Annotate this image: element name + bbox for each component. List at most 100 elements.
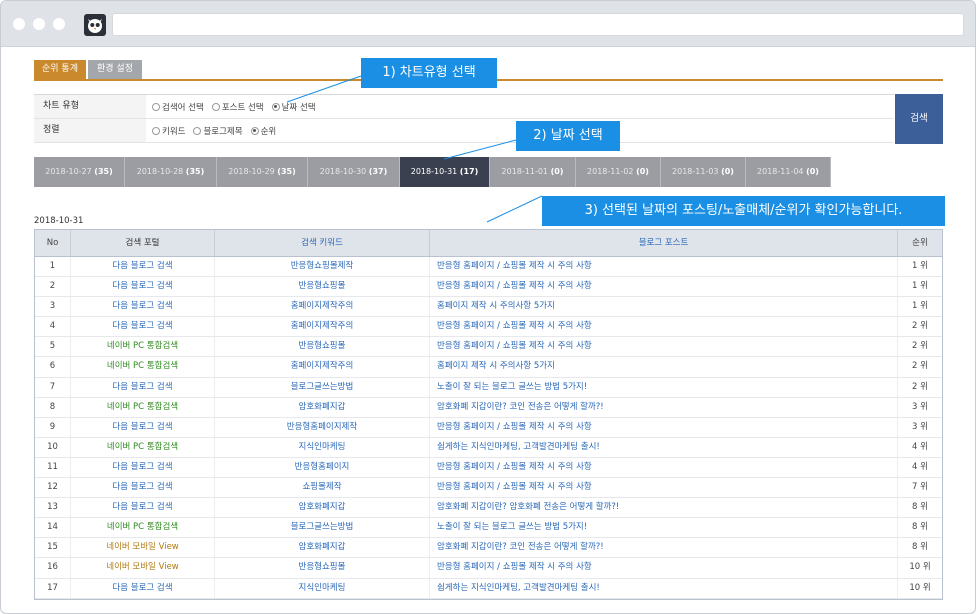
cell-rank: 8 위 xyxy=(912,502,928,513)
radio-icon[interactable] xyxy=(152,102,160,111)
cell-post-link[interactable]: 반응형 홈페이지 / 쇼핑몰 제작 시 주의 사항 xyxy=(430,277,898,297)
cell-no: 3 xyxy=(35,297,71,317)
rank-table: No 검색 포털 검색 키워드 블로그 포스트 순위 1 다음 블로그 검색 반응형… xyxy=(34,229,943,600)
window-close-dot[interactable] xyxy=(13,18,25,30)
table-row[interactable]: 3 다음 블로그 검색 홈페이지제작주의 홈페이지 제작 시 주의사항 5가지 1 위 xyxy=(35,297,942,318)
date-tab-selected[interactable]: 2018-10-31 (17) xyxy=(400,157,490,187)
cell-post-link[interactable]: 반응형 홈페이지 / 쇼핑몰 제작 시 주의 사항 xyxy=(430,457,898,478)
cell-keyword-link[interactable]: 블로그글쓰는방법 xyxy=(215,377,430,397)
table-row[interactable]: 14 네이버 PC 통합검색 블로그글쓰는방법 노출이 잘 되는 블로그 글쓰는 방법… xyxy=(35,518,942,539)
cell-no: 4 xyxy=(35,317,71,337)
cell-keyword-link[interactable]: 암호화폐지갑 xyxy=(215,538,430,558)
cell-no: 13 xyxy=(35,498,71,518)
cell-post-link[interactable]: 반응형 홈페이지 / 쇼핑몰 제작 시 주의 사항 xyxy=(430,337,898,357)
cell-keyword-link[interactable]: 반응형쇼핑몰 xyxy=(215,277,430,297)
table-row[interactable]: 12 다음 블로그 검색 쇼핑몰제작 반응형 홈페이지 / 쇼핑몰 제작 시 주의 사… xyxy=(35,478,942,499)
cell-rank: 2 위 xyxy=(912,361,928,372)
date-tab[interactable]: 2018-11-03 (0) xyxy=(661,157,746,187)
cell-post-link[interactable]: 반응형 홈페이지 / 쇼핑몰 제작 시 주의 사항 xyxy=(430,417,898,437)
cell-keyword-link[interactable]: 반응형쇼핑몰 xyxy=(215,558,430,578)
cell-keyword-link[interactable]: 암호화폐지갑 xyxy=(215,397,430,417)
header-portal: 검색 포털 xyxy=(71,230,215,256)
date-tab[interactable]: 2018-11-02 (0) xyxy=(576,157,661,187)
cell-keyword-link[interactable]: 블로그글쓰는방법 xyxy=(215,518,430,538)
table-row[interactable]: 11 다음 블로그 검색 반응형홈페이지 반응형 홈페이지 / 쇼핑몰 제작 시 주의… xyxy=(35,457,942,479)
table-row[interactable]: 7 다음 블로그 검색 블로그글쓰는방법 노출이 잘 되는 블로그 글쓰는 방법 5가… xyxy=(35,377,942,398)
date-tab[interactable]: 2018-11-04 (0) xyxy=(746,157,831,187)
cell-portal: 다음 블로그 검색 xyxy=(71,297,215,317)
chart-type-keyword-option[interactable]: 검색어 선택 xyxy=(152,101,204,113)
chart-type-date-option[interactable]: 날짜 선택 xyxy=(271,101,316,113)
cell-post-link[interactable]: 반응형 홈페이지 / 쇼핑몰 제작 시 주의 사항 xyxy=(430,257,898,277)
cell-post-link[interactable]: 반응형 홈페이지 / 쇼핑몰 제작 시 주의 사항 xyxy=(430,317,898,337)
table-row[interactable]: 9 다음 블로그 검색 반응형홈페이지제작 반응형 홈페이지 / 쇼핑몰 제작 시 주… xyxy=(35,417,942,438)
radio-icon[interactable] xyxy=(211,102,220,111)
radio-selected-icon[interactable] xyxy=(250,126,259,135)
cell-post-link[interactable]: 암호화폐 지갑이란? 코인 전송은 어떻게 할까?! xyxy=(430,538,898,558)
sort-row: 정렬 키워드 블로그제목 순위 xyxy=(34,119,894,143)
cell-keyword-link[interactable]: 홈페이지제작주의 xyxy=(215,317,430,337)
date-tab[interactable]: 2018-10-27 (35) xyxy=(34,157,125,187)
radio-icon[interactable] xyxy=(193,126,202,135)
table-row[interactable]: 13 다음 블로그 검색 암호화폐지갑 암호화폐 지갑이란? 암호화폐 전송은 어떻게… xyxy=(35,498,942,519)
table-row[interactable]: 1 다음 블로그 검색 반응형쇼핑몰제작 반응형 홈페이지 / 쇼핑몰 제작 시 주의… xyxy=(35,257,942,278)
cell-post-link[interactable]: 홈페이지 제작 시 주의사항 5가지 xyxy=(430,357,898,377)
tab-rank-stats[interactable]: 순위 통계 xyxy=(34,60,86,79)
cell-post-link[interactable]: 암호화폐 지갑이란? 코인 전송은 어떻게 할까?! xyxy=(430,397,898,417)
table-row[interactable]: 4 다음 블로그 검색 홈페이지제작주의 반응형 홈페이지 / 쇼핑몰 제작 시 주의… xyxy=(35,317,942,338)
table-row[interactable]: 17 다음 블로그 검색 지식인마케팅 쉽게하는 지식인마케팅, 고객발견마케팅 출시… xyxy=(35,578,942,599)
chart-type-post-option[interactable]: 포스트 선택 xyxy=(211,101,264,113)
cell-portal: 다음 블로그 검색 xyxy=(71,417,215,437)
cell-keyword-link[interactable]: 쇼핑몰제작 xyxy=(215,478,430,498)
radio-selected-icon[interactable] xyxy=(271,102,280,111)
cell-keyword-link[interactable]: 지식인마케팅 xyxy=(215,437,430,457)
cell-post-link[interactable]: 반응형 홈페이지 / 쇼핑몰 제작 시 주의 사항 xyxy=(430,558,898,578)
cell-keyword-link[interactable]: 홈페이지제작주의 xyxy=(215,357,430,377)
sort-keyword-option[interactable]: 키워드 xyxy=(152,125,185,137)
cell-post-link[interactable]: 쉽게하는 지식인마케팅, 고객발견마케팅 출시! xyxy=(430,437,898,457)
table-header: No 검색 포털 검색 키워드 블로그 포스트 순위 xyxy=(35,230,942,257)
cell-portal: 다음 블로그 검색 xyxy=(71,317,215,337)
cell-keyword-link[interactable]: 홈페이지제작주의 xyxy=(215,297,430,317)
cell-no: 5 xyxy=(35,337,71,357)
table-row[interactable]: 8 네이버 PC 통합검색 암호화폐지갑 암호화폐 지갑이란? 코인 전송은 어떻게 … xyxy=(35,397,942,418)
date-tab[interactable]: 2018-10-28 (35) xyxy=(125,157,217,187)
cell-keyword-link[interactable]: 지식인마케팅 xyxy=(215,578,430,598)
table-row[interactable]: 15 네이버 모바일 View 암호화폐지갑 암호화폐 지갑이란? 코인 전송은 어떻… xyxy=(35,538,942,559)
cell-post-link[interactable]: 암호화폐 지갑이란? 암호화폐 전송은 어떻게 할까?! xyxy=(430,498,898,518)
header-post: 블로그 포스트 xyxy=(430,230,898,256)
table-row[interactable]: 10 네이버 PC 통합검색 지식인마케팅 쉽게하는 지식인마케팅, 고객발견마케팅 … xyxy=(35,437,942,458)
cell-rank: 4 위 xyxy=(912,441,928,452)
sort-blog-title-option[interactable]: 블로그제목 xyxy=(193,125,243,137)
cell-no: 7 xyxy=(35,377,71,397)
search-button[interactable]: 검색 xyxy=(895,94,943,144)
table-row[interactable]: 2 다음 블로그 검색 반응형쇼핑몰 반응형 홈페이지 / 쇼핑몰 제작 시 주의 사… xyxy=(35,277,942,298)
radio-icon[interactable] xyxy=(152,126,160,135)
cell-keyword-link[interactable]: 반응형홈페이지제작 xyxy=(215,417,430,437)
selected-date-caption: 2018-10-31 xyxy=(34,216,84,226)
cell-post-link[interactable]: 쉽게하는 지식인마케팅, 고객발견마케팅 출시! xyxy=(430,578,898,598)
cell-post-link[interactable]: 홈페이지 제작 시 주의사항 5가지 xyxy=(430,297,898,317)
tab-settings[interactable]: 환경 설정 xyxy=(88,60,142,79)
table-row[interactable]: 6 네이버 PC 통합검색 홈페이지제작주의 홈페이지 제작 시 주의사항 5가지 2 … xyxy=(35,357,942,378)
date-tab[interactable]: 2018-10-29 (35) xyxy=(217,157,308,187)
date-tab[interactable]: 2018-10-30 (37) xyxy=(308,157,400,187)
cell-keyword-link[interactable]: 반응형홈페이지 xyxy=(215,457,430,478)
window-maximize-dot[interactable] xyxy=(53,18,65,30)
cell-post-link[interactable]: 노출이 잘 되는 블로그 글쓰는 방법 5가지! xyxy=(430,518,898,538)
table-row[interactable]: 5 네이버 PC 통합검색 반응형쇼핑몰 반응형 홈페이지 / 쇼핑몰 제작 시 주의… xyxy=(35,337,942,358)
address-bar[interactable] xyxy=(112,13,964,36)
sort-options: 키워드 블로그제목 순위 xyxy=(152,119,284,142)
sort-rank-option[interactable]: 순위 xyxy=(250,125,276,137)
window-minimize-dot[interactable] xyxy=(33,18,45,30)
date-tab[interactable]: 2018-11-01 (0) xyxy=(490,157,576,187)
table-row[interactable]: 16 네이버 모바일 View 반응형쇼핑몰 반응형 홈페이지 / 쇼핑몰 제작 시 … xyxy=(35,558,942,579)
cell-rank: 10 위 xyxy=(909,582,931,593)
chart-type-label: 차트 유형 xyxy=(34,95,146,118)
cell-post-link[interactable]: 반응형 홈페이지 / 쇼핑몰 제작 시 주의 사항 xyxy=(430,478,898,498)
cell-keyword-link[interactable]: 반응형쇼핑몰제작 xyxy=(215,257,430,277)
cell-post-link[interactable]: 노출이 잘 되는 블로그 글쓰는 방법 5가지! xyxy=(430,377,898,397)
cell-keyword-link[interactable]: 암호화폐지갑 xyxy=(215,498,430,518)
cell-portal: 네이버 PC 통합검색 xyxy=(71,357,215,377)
cell-keyword-link[interactable]: 반응형쇼핑몰 xyxy=(215,337,430,357)
